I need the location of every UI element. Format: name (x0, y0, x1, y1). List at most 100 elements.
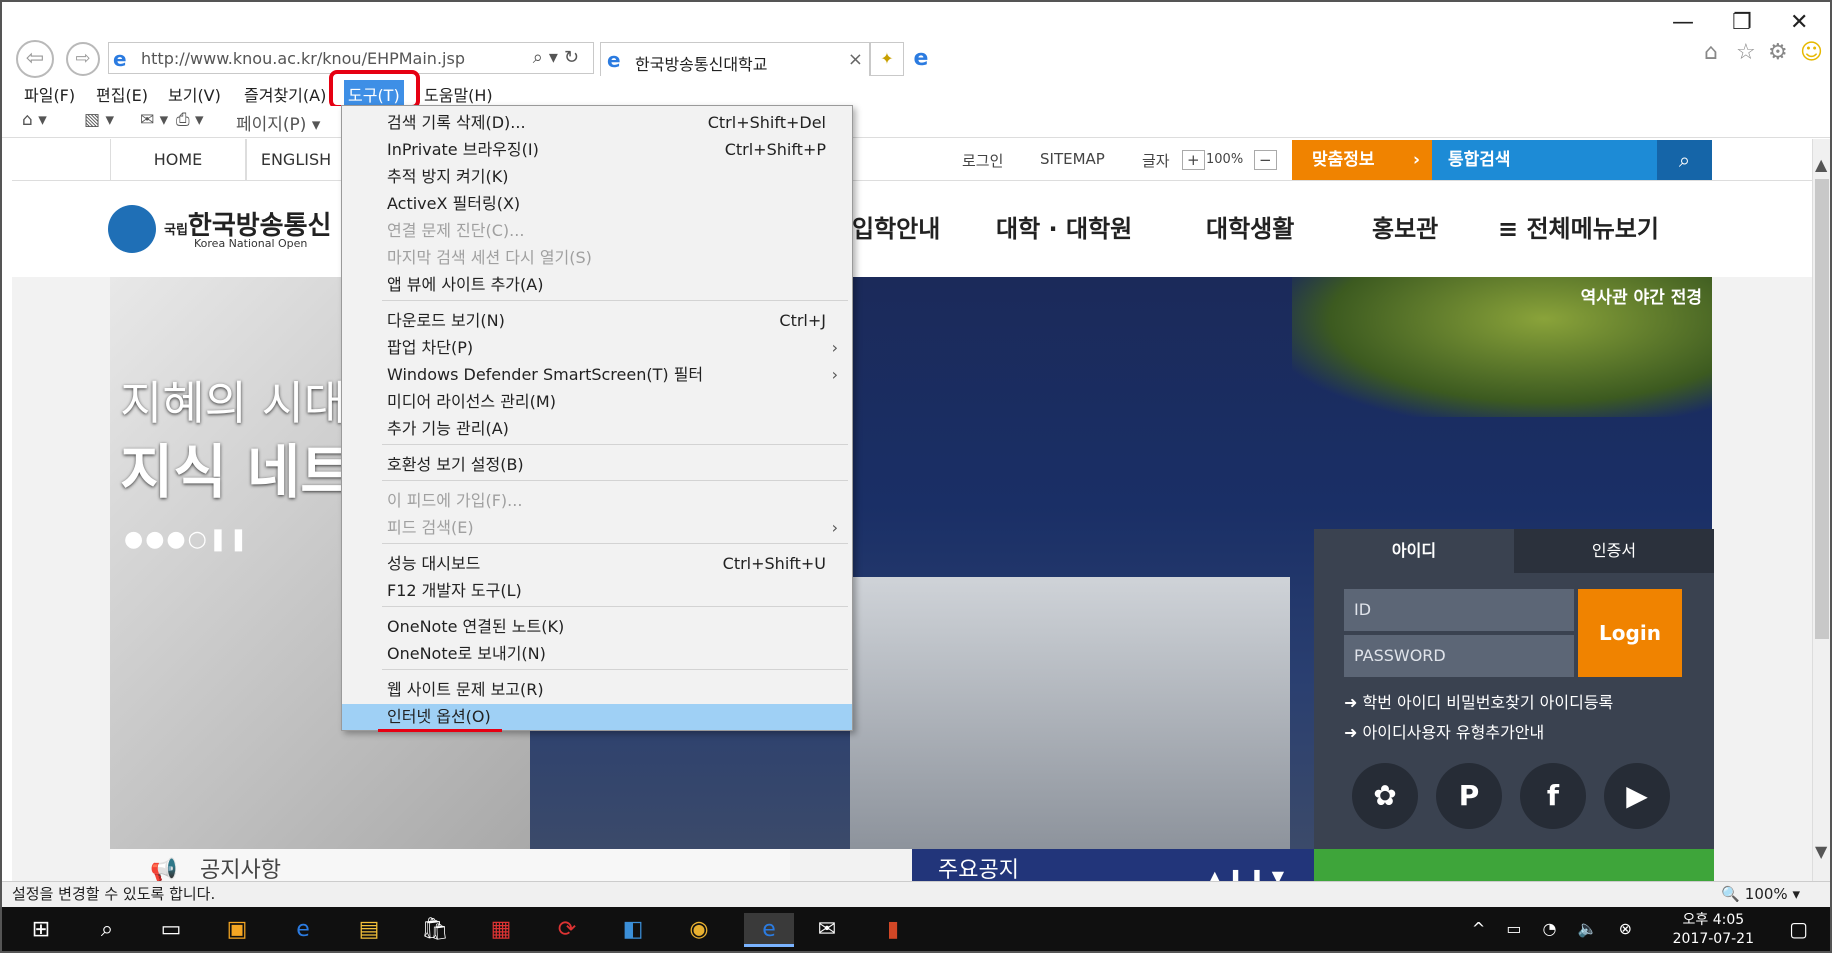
scroll-up-icon[interactable]: ▲ (1815, 155, 1827, 174)
account-links[interactable]: ➜ 학번 아이디 비밀번호찾기 아이디등록 (1344, 689, 1613, 713)
tools-menu-item[interactable]: 검색 기록 삭제(D)... Ctrl+Shift+Del (342, 110, 852, 136)
tab-home[interactable]: HOME (110, 139, 246, 181)
mail-icon[interactable]: ✉ (810, 913, 844, 947)
gear-icon[interactable]: ⚙ (1768, 40, 1788, 65)
font-plus-button[interactable]: + (1182, 150, 1205, 170)
tools-menu-item[interactable]: Windows Defender SmartScreen(T) 필터 › (342, 362, 852, 388)
minimize-icon[interactable]: — (1672, 10, 1694, 35)
tools-menu-item[interactable]: 웹 사이트 문제 보고(R) (342, 677, 852, 703)
sns-p-icon[interactable]: P (1436, 763, 1502, 829)
windows-start-icon[interactable]: ⊞ (24, 913, 58, 947)
feeds-icon[interactable]: ▧ ▾ (84, 110, 114, 130)
fit-info-button[interactable]: 맞춤정보 › (1292, 140, 1432, 180)
gnb-admission[interactable]: 입학안내 (852, 209, 940, 244)
tools-menu-item[interactable]: 추가 기능 관리(A) (342, 416, 852, 442)
new-tab-icon[interactable]: ✦ (870, 42, 904, 76)
tools-menu-shortcut: Ctrl+Shift+Del (707, 113, 826, 132)
notice-section[interactable]: 📢 공지사항 (110, 849, 790, 881)
sync-app-icon[interactable]: ⟳ (550, 913, 584, 947)
gnb-campus-life[interactable]: 대학생활 (1206, 209, 1294, 244)
vertical-scrollbar[interactable]: ▲ ▼ (1812, 139, 1830, 881)
menu-edit[interactable]: 편집(E) (92, 80, 152, 108)
id-input[interactable]: ID (1344, 589, 1574, 631)
home-icon[interactable]: ⌂ (1704, 40, 1718, 65)
smiley-icon[interactable]: ☺ (1800, 40, 1823, 65)
gnb-pr[interactable]: 홍보관 (1372, 209, 1438, 244)
sns-icon-1[interactable]: ✿ (1352, 763, 1418, 829)
edge-icon[interactable]: e (286, 913, 320, 947)
knou-logo[interactable]: 국립한국방송통신 Korea National Open (108, 199, 348, 255)
app-icon[interactable]: ▦ (484, 913, 518, 947)
tools-menu-item[interactable]: OneNote로 보내기(N) (342, 641, 852, 667)
search-refresh-icons[interactable]: ⌕▾↻ (533, 47, 585, 68)
search-icon[interactable]: ⌕ (1657, 140, 1712, 180)
tab-id-login[interactable]: 아이디 (1314, 529, 1514, 573)
forward-icon[interactable]: ⇨ (66, 42, 100, 76)
powerpoint-icon[interactable]: ▮ (876, 913, 910, 947)
search-icon[interactable]: ⌕ (90, 913, 124, 947)
underline-mark (378, 729, 502, 732)
tools-menu-item-label: 이 피드에 가입(F)... (387, 491, 523, 510)
tools-menu-item[interactable]: InPrivate 브라우징(I) Ctrl+Shift+P (342, 137, 852, 163)
tools-menu-item[interactable]: 미디어 라이선스 관리(M) (342, 389, 852, 415)
media-player-icon[interactable]: ▣ (220, 913, 254, 947)
facebook-icon[interactable]: f (1520, 763, 1586, 829)
hero-headline-2: 지식 네트 (120, 438, 354, 506)
main-notice-section[interactable]: 주요공지 ▲❚❚▼ (912, 849, 1314, 881)
tools-menu-item[interactable]: 성능 대시보드 Ctrl+Shift+U (342, 551, 852, 577)
gnb-university[interactable]: 대학 · 대학원 (996, 209, 1132, 244)
favorites-star-icon[interactable]: ☆ (1736, 40, 1756, 65)
tools-menu-item[interactable]: OneNote 연결된 노트(K) (342, 614, 852, 640)
print-icon[interactable]: ⎙ ▾ (176, 110, 204, 130)
zoom-control[interactable]: 🔍 100% ▾ (1721, 882, 1800, 906)
notification-icon[interactable]: ▢ (1789, 917, 1808, 941)
clock[interactable]: 오후 4:05 2017-07-21 (1673, 911, 1754, 949)
home-icon[interactable]: ⌂ ▾ (22, 110, 47, 130)
tools-menu-item[interactable]: 팝업 차단(P) › (342, 335, 852, 361)
notice-controls[interactable]: ▲❚❚▼ (1209, 855, 1292, 881)
menu-view[interactable]: 보기(V) (164, 80, 225, 108)
tools-menu-item[interactable]: 다운로드 보기(N) Ctrl+J (342, 308, 852, 334)
login-button[interactable]: Login (1578, 589, 1682, 677)
scrollbar-thumb[interactable] (1815, 179, 1829, 639)
sitemap-link[interactable]: SITEMAP (1040, 150, 1105, 168)
gnb-all-menu[interactable]: ≡ 전체메뉴보기 (1498, 209, 1659, 244)
system-tray[interactable]: ^ ▭ ◔ 🔈 ⊗ (1472, 919, 1640, 938)
close-icon[interactable]: ✕ (1790, 10, 1808, 35)
tab-english[interactable]: ENGLISH (246, 139, 346, 181)
ie-logo-icon[interactable]: e (904, 42, 938, 76)
tools-menu-item-label: OneNote로 보내기(N) (387, 644, 546, 663)
font-minus-button[interactable]: − (1254, 150, 1277, 170)
tools-menu-item[interactable]: 앱 뷰에 사이트 추가(A) (342, 272, 852, 298)
chrome-icon[interactable]: ◉ (682, 913, 716, 947)
quick-links-section[interactable] (1314, 849, 1714, 881)
tools-menu-item[interactable]: 인터넷 옵션(O) (342, 704, 852, 730)
tools-menu-item[interactable]: ActiveX 필터링(X) (342, 191, 852, 217)
task-view-icon[interactable]: ▭ (154, 913, 188, 947)
store-icon[interactable]: 🛍 (418, 913, 452, 947)
app-blue-icon[interactable]: ◧ (616, 913, 650, 947)
password-input[interactable]: PASSWORD (1344, 635, 1574, 677)
back-icon[interactable]: ⇦ (16, 40, 54, 78)
tools-menu-item[interactable]: 추적 방지 켜기(K) (342, 164, 852, 190)
integrated-search-input[interactable]: 통합검색 (1432, 140, 1657, 180)
carousel-dots[interactable]: ●●●○❚❚ (124, 527, 250, 552)
youtube-icon[interactable]: ▶ (1604, 763, 1670, 829)
page-menu[interactable]: 페이지(P) ▾ (236, 110, 320, 135)
scroll-down-icon[interactable]: ▼ (1815, 842, 1827, 861)
ie-taskbar-icon[interactable]: e (744, 913, 794, 947)
menu-file[interactable]: 파일(F) (20, 80, 79, 108)
tab-close-icon[interactable]: × (848, 49, 863, 70)
tools-menu-item-label: 팝업 차단(P) (387, 338, 474, 357)
menu-help[interactable]: 도움말(H) (420, 80, 497, 108)
restore-icon[interactable]: ❐ (1732, 10, 1752, 35)
tools-menu-item[interactable]: 호환성 보기 설정(B) (342, 452, 852, 478)
file-explorer-icon[interactable]: ▤ (352, 913, 386, 947)
menu-favorites[interactable]: 즐겨찾기(A) (240, 80, 330, 108)
user-type-link[interactable]: ➜ 아이디사용자 유형추가안내 (1344, 719, 1544, 743)
tools-menu-item[interactable]: F12 개발자 도구(L) (342, 578, 852, 604)
login-link[interactable]: 로그인 (962, 150, 1003, 171)
tab-knou[interactable]: e 한국방송통신대학교 × (600, 42, 870, 76)
mail-icon[interactable]: ✉ ▾ (140, 110, 168, 130)
tab-cert-login[interactable]: 인증서 (1514, 529, 1714, 573)
